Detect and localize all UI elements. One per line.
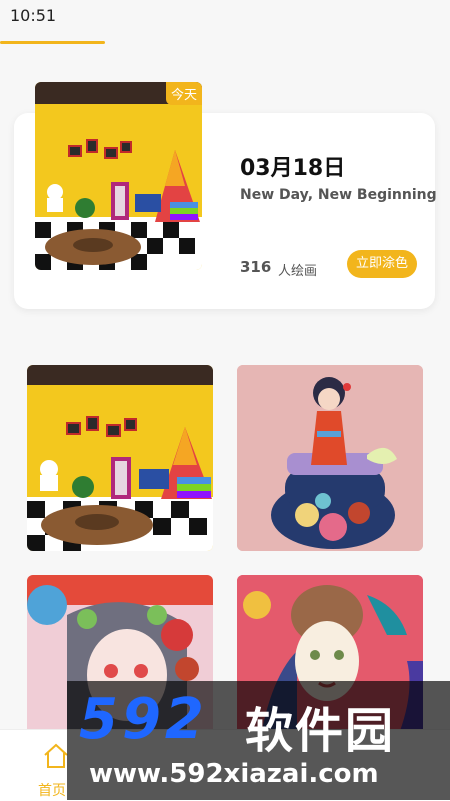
start-coloring-button[interactable]: 立即涂色 [347, 250, 417, 278]
nav-home-label: 首页 [38, 783, 66, 799]
painter-count-label: 人绘画 [278, 264, 318, 279]
room-thumbnail [27, 365, 213, 551]
status-time: 10:51 [10, 6, 57, 25]
watermark-brand: 软件园 [245, 703, 396, 759]
gallery-item-room[interactable] [27, 365, 213, 551]
watermark-logo: 592 [79, 687, 208, 752]
room-illustration [35, 82, 202, 270]
painter-count: 316 [240, 258, 272, 276]
today-badge: 今天 [165, 82, 202, 105]
daily-date: 03月18日 [240, 156, 346, 181]
tab-indicator [0, 41, 105, 44]
home-icon [44, 743, 68, 768]
daily-subtitle: New Day, New Beginning [240, 187, 437, 203]
daily-artwork-image[interactable]: 今天 [35, 82, 202, 270]
status-bar: 10:51 [0, 0, 450, 44]
gallery-item-girl-on-jar[interactable] [237, 365, 423, 551]
girl-jar-thumbnail [237, 365, 423, 551]
watermark-overlay: 592 软件园 www.592xiazai.com [67, 681, 450, 800]
watermark-url: www.592xiazai.com [89, 759, 379, 789]
